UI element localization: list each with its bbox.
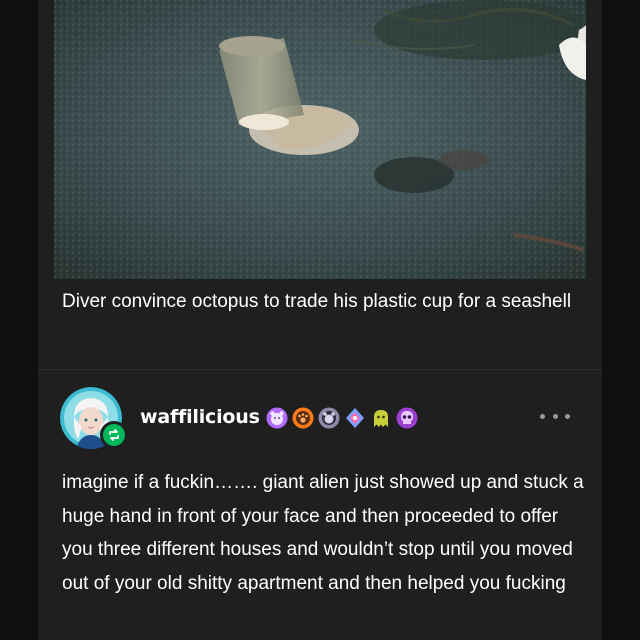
- orange-paw-badge-icon[interactable]: [292, 407, 314, 429]
- yellow-ghost-badge-icon[interactable]: [370, 407, 392, 429]
- reblog-badge: [100, 421, 128, 449]
- dot-icon: [565, 413, 570, 419]
- crystal-badge-icon[interactable]: [344, 407, 366, 429]
- post-divider: [38, 369, 602, 370]
- reblog-icon: [109, 429, 119, 441]
- purple-bear-badge-icon[interactable]: [266, 407, 288, 429]
- video-thumbnail[interactable]: [54, 0, 586, 279]
- purple-skull-badge-icon[interactable]: [396, 407, 418, 429]
- post-body-text: imagine if a fuckin……. giant alien just …: [62, 472, 584, 594]
- username-link[interactable]: waffilicious: [140, 406, 260, 428]
- video-caption: Diver convince octopus to trade his plas…: [62, 291, 572, 312]
- grey-bear-badge-icon[interactable]: [318, 407, 340, 429]
- seafloor-image: [54, 0, 586, 279]
- more-options-button[interactable]: [540, 404, 570, 428]
- dot-icon: [540, 413, 545, 419]
- dot-icon: [552, 413, 558, 419]
- badges-row: [266, 407, 418, 429]
- post-card: Diver convince octopus to trade his plas…: [38, 0, 602, 640]
